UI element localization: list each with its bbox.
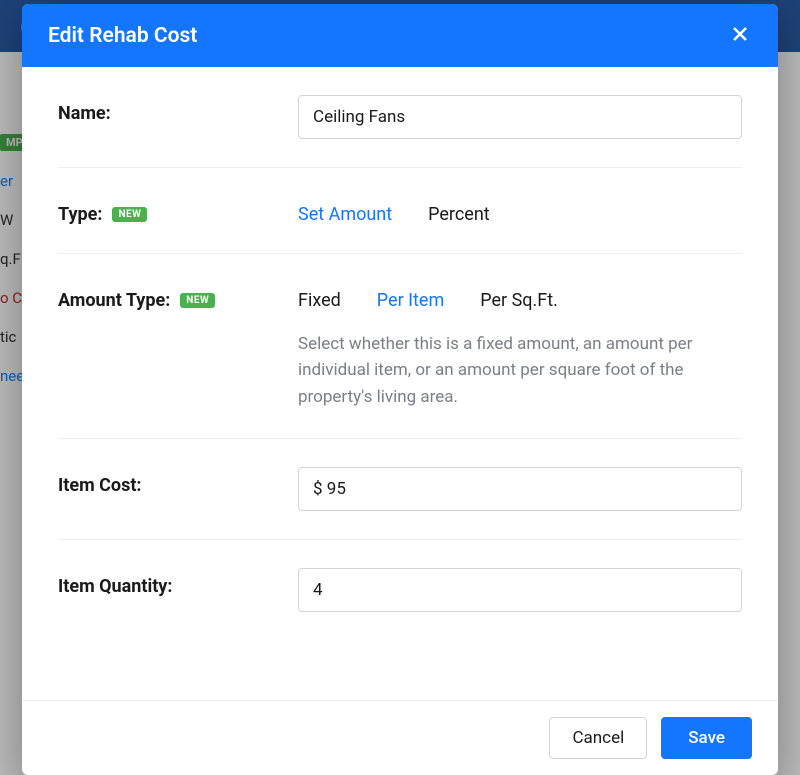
type-option-percent[interactable]: Percent	[428, 204, 490, 225]
close-icon	[732, 26, 748, 45]
type-label: Type:	[58, 204, 102, 225]
field-name: Name:	[58, 67, 742, 168]
modal-header: Edit Rehab Cost	[22, 4, 778, 67]
item-cost-input[interactable]	[298, 467, 742, 511]
amount-type-option-fixed[interactable]: Fixed	[298, 290, 341, 311]
item-quantity-label: Item Quantity:	[58, 568, 298, 597]
modal-title: Edit Rehab Cost	[48, 24, 197, 48]
field-amount-type: Amount Type: NEW Fixed Per Item Per Sq.F…	[58, 254, 742, 439]
edit-rehab-cost-modal: Edit Rehab Cost Name: Type: NEW Set Amou…	[22, 4, 778, 775]
modal-body: Name: Type: NEW Set Amount Percent Amoun…	[22, 67, 778, 700]
field-item-cost: Item Cost:	[58, 439, 742, 540]
amount-type-new-badge: NEW	[180, 293, 215, 308]
close-button[interactable]	[728, 22, 752, 49]
name-label: Name:	[58, 95, 298, 124]
field-item-quantity: Item Quantity:	[58, 540, 742, 640]
item-cost-label: Item Cost:	[58, 467, 298, 496]
item-quantity-input[interactable]	[298, 568, 742, 612]
amount-type-option-per-item[interactable]: Per Item	[377, 290, 444, 311]
amount-type-help: Select whether this is a fixed amount, a…	[298, 331, 742, 410]
amount-type-option-per-sqft[interactable]: Per Sq.Ft.	[480, 290, 558, 311]
name-input[interactable]	[298, 95, 742, 139]
type-new-badge: NEW	[112, 207, 147, 222]
type-option-set-amount[interactable]: Set Amount	[298, 204, 392, 225]
amount-type-label: Amount Type:	[58, 290, 170, 311]
save-button[interactable]: Save	[661, 717, 752, 759]
field-type: Type: NEW Set Amount Percent	[58, 168, 742, 254]
modal-footer: Cancel Save	[22, 700, 778, 775]
cancel-button[interactable]: Cancel	[549, 717, 647, 759]
